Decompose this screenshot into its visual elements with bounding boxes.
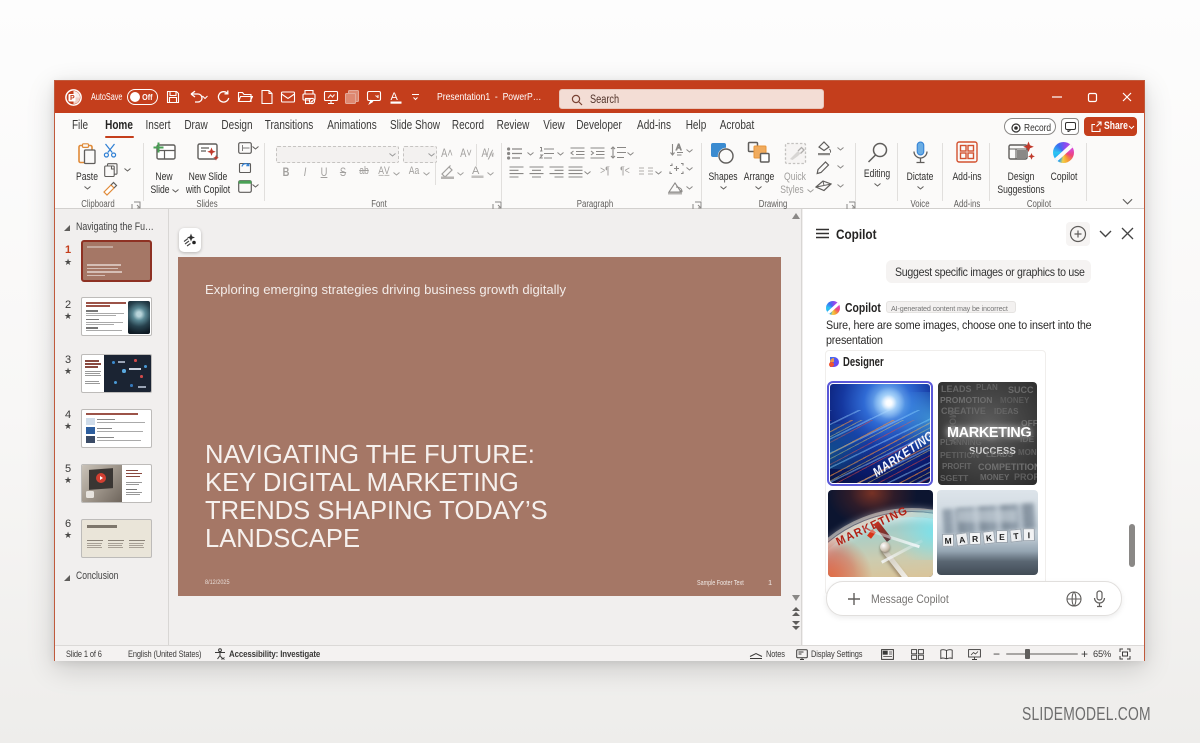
svg-text:A: A	[391, 91, 399, 103]
svg-text:P: P	[70, 95, 75, 102]
svg-text:A: A	[676, 143, 682, 152]
svg-text:A: A	[472, 165, 480, 177]
